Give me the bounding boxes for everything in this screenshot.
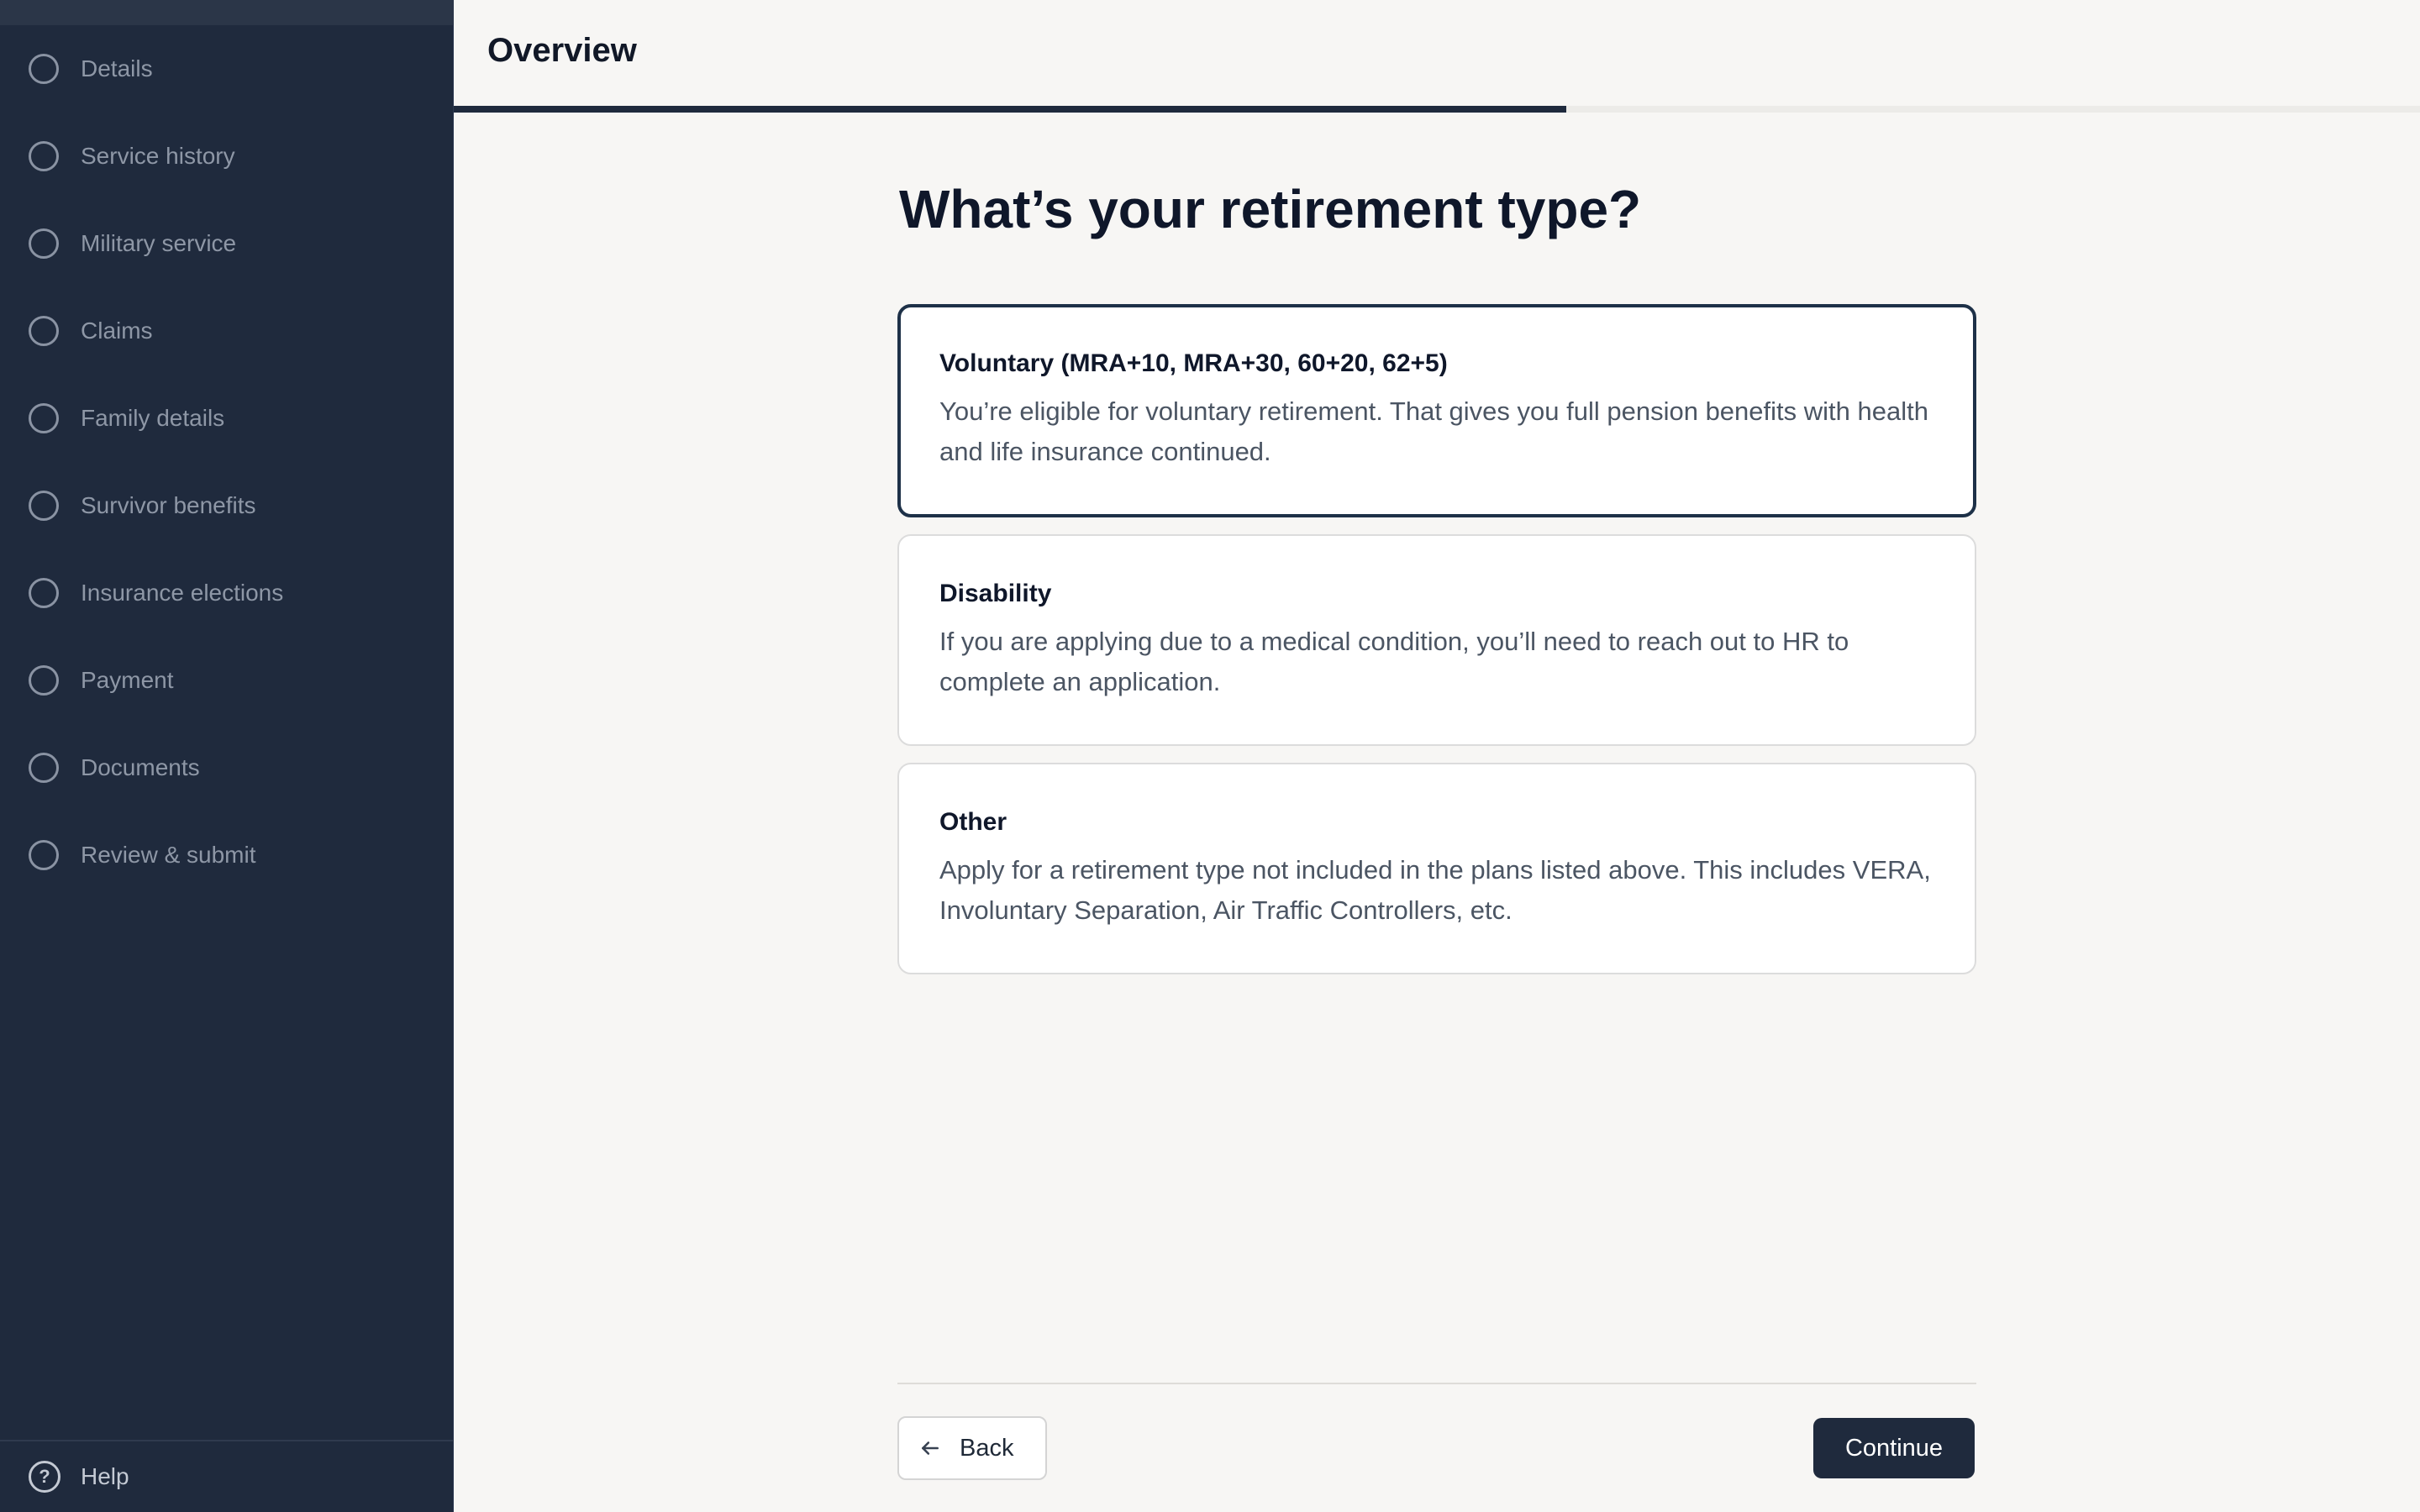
step-status-circle-icon xyxy=(29,840,59,870)
step-status-circle-icon xyxy=(29,316,59,346)
sidebar-item-label: Military service xyxy=(81,230,237,256)
sidebar-item-insurance-elections[interactable]: Insurance elections xyxy=(0,549,454,637)
sidebar-item-label: Family details xyxy=(81,405,225,431)
footer-divider xyxy=(897,1383,1976,1384)
option-voluntary[interactable]: Voluntary (MRA+10, MRA+30, 60+20, 62+5) … xyxy=(897,304,1976,517)
page-header: Overview xyxy=(454,0,2420,113)
back-button-label: Back xyxy=(960,1434,1014,1462)
progress-bar-fill xyxy=(454,106,1567,113)
step-status-circle-icon xyxy=(29,665,59,696)
app-root: Details Service history Military service… xyxy=(0,0,2420,1512)
sidebar: Details Service history Military service… xyxy=(0,0,454,1512)
sidebar-item-label: Insurance elections xyxy=(81,580,284,606)
sidebar-item-label: Review & submit xyxy=(81,842,256,868)
option-title: Disability xyxy=(939,580,1052,607)
sidebar-item-military-service[interactable]: Military service xyxy=(0,200,454,287)
step-status-circle-icon xyxy=(29,491,59,521)
sidebar-item-documents[interactable]: Documents xyxy=(0,724,454,811)
question-heading: What’s your retirement type? xyxy=(899,179,1642,239)
back-button[interactable]: Back xyxy=(897,1416,1047,1480)
step-status-circle-icon xyxy=(29,228,59,259)
option-other[interactable]: Other Apply for a retirement type not in… xyxy=(897,763,1976,974)
step-status-circle-icon xyxy=(29,403,59,433)
help-icon: ? xyxy=(29,1461,60,1493)
sidebar-item-family-details[interactable]: Family details xyxy=(0,375,454,462)
step-status-circle-icon xyxy=(29,578,59,608)
progress-bar xyxy=(454,106,2420,113)
option-title: Other xyxy=(939,808,1007,836)
step-status-circle-icon xyxy=(29,141,59,171)
sidebar-item-details[interactable]: Details xyxy=(0,25,454,113)
option-title: Voluntary (MRA+10, MRA+30, 60+20, 62+5) xyxy=(939,349,1448,377)
sidebar-item-claims[interactable]: Claims xyxy=(0,287,454,375)
help-label: Help xyxy=(81,1463,129,1489)
continue-button[interactable]: Continue xyxy=(1813,1418,1975,1478)
option-description: Apply for a retirement type not included… xyxy=(939,855,1931,925)
help-link[interactable]: ? Help xyxy=(0,1440,454,1512)
sidebar-item-label: Details xyxy=(81,55,153,81)
sidebar-item-review-submit[interactable]: Review & submit xyxy=(0,811,454,899)
sidebar-item-label: Survivor benefits xyxy=(81,492,256,518)
sidebar-item-label: Payment xyxy=(81,667,174,693)
sidebar-item-label: Service history xyxy=(81,143,235,169)
sidebar-item-survivor-benefits[interactable]: Survivor benefits xyxy=(0,462,454,549)
step-status-circle-icon xyxy=(29,753,59,783)
sidebar-top-strip xyxy=(0,0,454,25)
option-disability[interactable]: Disability If you are applying due to a … xyxy=(897,534,1976,746)
sidebar-item-label: Documents xyxy=(81,754,200,780)
arrow-left-icon xyxy=(922,1441,939,1455)
step-status-circle-icon xyxy=(29,54,59,84)
option-description: If you are applying due to a medical con… xyxy=(939,627,1849,696)
continue-button-label: Continue xyxy=(1844,1434,1944,1462)
sidebar-item-payment[interactable]: Payment xyxy=(0,637,454,724)
sidebar-nav: Details Service history Military service… xyxy=(0,25,454,899)
page-title: Overview xyxy=(487,32,637,69)
option-description: You’re eligible for voluntary retirement… xyxy=(939,396,1928,466)
sidebar-item-service-history[interactable]: Service history xyxy=(0,113,454,200)
sidebar-item-label: Claims xyxy=(81,318,153,344)
